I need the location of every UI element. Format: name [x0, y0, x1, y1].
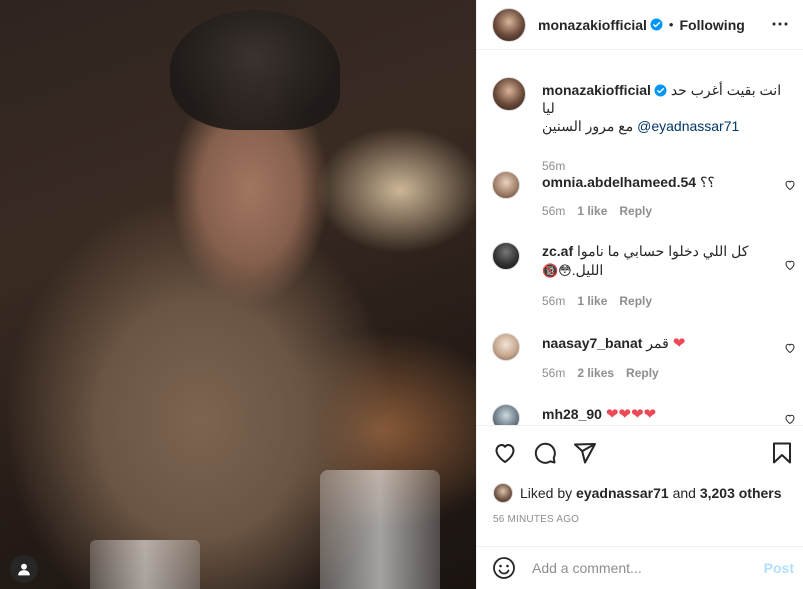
- heart-icon[interactable]: [493, 441, 517, 465]
- post-header: monazakiofficial • Following: [477, 0, 803, 50]
- comment-likes[interactable]: 1 like: [577, 294, 607, 308]
- avatar[interactable]: [492, 171, 520, 199]
- likes-middle: and: [672, 485, 696, 501]
- photo-detail-glass-2: [90, 540, 200, 589]
- comment-body: ؟؟: [699, 174, 715, 190]
- avatar[interactable]: [492, 77, 526, 111]
- heart-icon[interactable]: [784, 179, 796, 191]
- comment-body: كل اللي دخلوا حسابي ما ناموا: [577, 243, 749, 259]
- comment-input[interactable]: [532, 560, 752, 576]
- verified-badge-icon: [650, 18, 663, 31]
- user-icon: [18, 563, 30, 576]
- post-comment-button[interactable]: Post: [764, 560, 794, 576]
- comment-emoji: 🔞😳: [542, 264, 572, 279]
- comment-meta: 56m 1 like Reply: [542, 294, 652, 308]
- comment-emoji: ❤: [672, 334, 686, 352]
- following-button[interactable]: Following: [679, 17, 744, 33]
- reply-button[interactable]: Reply: [619, 204, 652, 218]
- photo-detail: [170, 10, 340, 130]
- header-username[interactable]: monazakiofficial: [538, 17, 647, 33]
- likes-prefix: Liked by: [520, 485, 573, 501]
- comment-emoji: ❤❤❤❤: [605, 405, 657, 423]
- post-side-panel: monazakiofficial • Following monazakioff…: [476, 0, 803, 589]
- comment-body: قمر: [646, 335, 669, 351]
- heart-icon[interactable]: [784, 413, 796, 425]
- heart-icon[interactable]: [784, 259, 796, 271]
- separator-dot: •: [668, 17, 674, 32]
- comment-username[interactable]: zc.af: [542, 243, 573, 259]
- caption-text: monazakiofficial انت بقيت أغرب حد ليا مع…: [542, 81, 792, 135]
- emoji-icon[interactable]: [492, 556, 516, 580]
- avatar[interactable]: [492, 333, 520, 361]
- user-tag-button[interactable]: [10, 555, 38, 583]
- comment-time: 56m: [542, 204, 566, 218]
- liked-by-user-link[interactable]: eyadnassar71: [576, 485, 669, 501]
- avatar[interactable]: [492, 242, 520, 270]
- post-actions-bar: [477, 425, 803, 479]
- comments-list[interactable]: monazakiofficial انت بقيت أغرب حد ليا مع…: [477, 51, 803, 425]
- likes-others-link[interactable]: 3,203 others: [700, 485, 782, 501]
- comment-meta: 56m 2 likes Reply: [542, 366, 659, 380]
- comment-username[interactable]: naasay7_banat: [542, 335, 642, 351]
- photo-detail-glass: [320, 470, 440, 589]
- avatar[interactable]: [493, 483, 513, 503]
- comment-text: naasay7_banat قمر ❤: [542, 334, 772, 353]
- comment-likes[interactable]: 2 likes: [577, 366, 614, 380]
- avatar[interactable]: [492, 7, 526, 42]
- bookmark-icon[interactable]: [770, 441, 794, 465]
- heart-icon[interactable]: [784, 342, 796, 354]
- comment-meta: 56m 1 like Reply: [542, 204, 652, 218]
- likes-summary: Liked by eyadnassar71 and 3,203 others: [493, 483, 782, 503]
- caption-mention-link[interactable]: @eyadnassar71: [637, 118, 739, 134]
- comment-text: zc.af كل اللي دخلوا حسابي ما ناموا 🔞😳الل…: [542, 242, 772, 281]
- comment-time: 56m: [542, 294, 566, 308]
- post-timestamp[interactable]: 56 MINUTES AGO: [493, 514, 579, 525]
- avatar[interactable]: [492, 404, 520, 425]
- comment-text: mh28_90 ❤❤❤❤: [542, 405, 772, 424]
- comment-likes[interactable]: 1 like: [577, 204, 607, 218]
- post-photo[interactable]: [0, 0, 476, 589]
- comment-icon[interactable]: [533, 441, 557, 465]
- comment-body-2: الليل.: [571, 262, 604, 278]
- share-icon[interactable]: [573, 441, 597, 465]
- reply-button[interactable]: Reply: [626, 366, 659, 380]
- comment-username[interactable]: mh28_90: [542, 406, 602, 422]
- comment-text: omnia.abdelhameed.54 ؟؟: [542, 173, 772, 192]
- verified-badge-icon: [654, 84, 667, 97]
- add-comment-bar: Post: [477, 546, 803, 589]
- caption-body-2: مع مرور السنين: [542, 118, 634, 134]
- comment-time: 56m: [542, 366, 566, 380]
- caption-username[interactable]: monazakiofficial: [542, 82, 651, 98]
- caption-time: 56m: [542, 159, 566, 173]
- comment-username[interactable]: omnia.abdelhameed.54: [542, 174, 696, 190]
- more-horizontal-icon[interactable]: [771, 15, 789, 33]
- reply-button[interactable]: Reply: [619, 294, 652, 308]
